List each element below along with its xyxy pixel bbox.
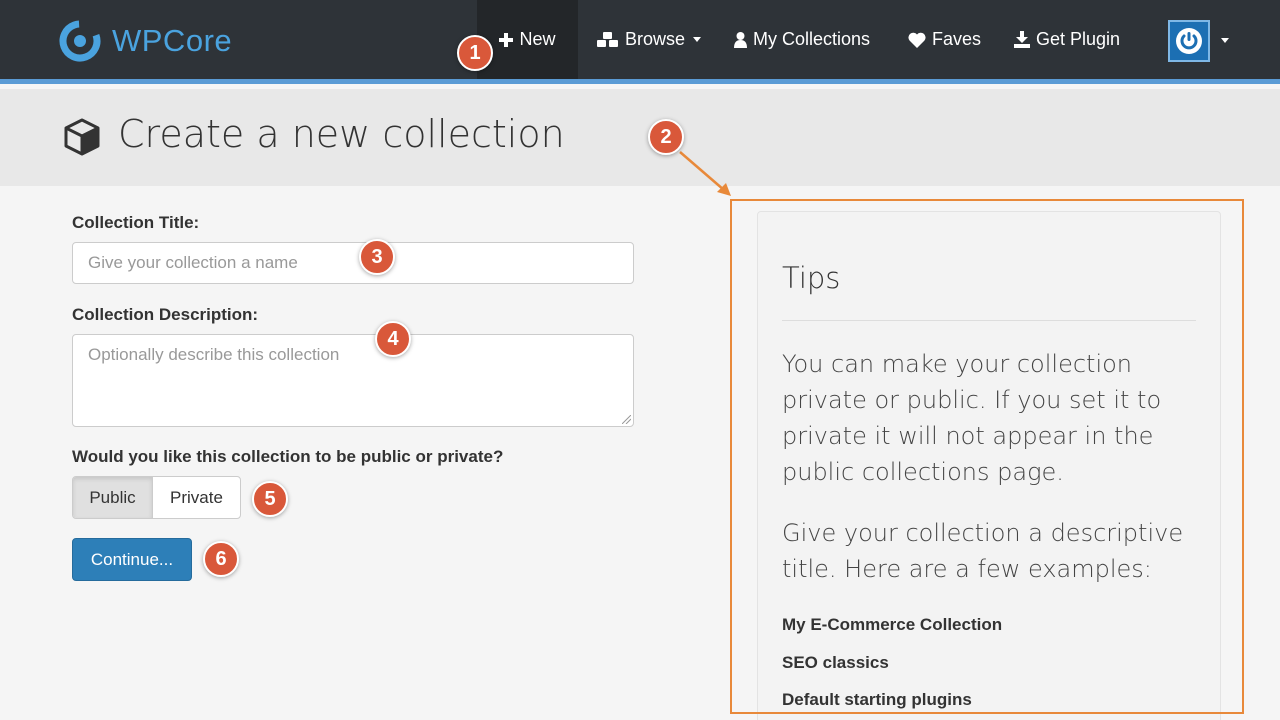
textarea-resize-handle-icon[interactable] bbox=[622, 415, 631, 424]
plus-icon bbox=[499, 32, 514, 47]
visibility-toggle-group: Public Private bbox=[72, 476, 241, 519]
chevron-down-icon bbox=[693, 37, 702, 42]
user-menu-chevron-icon[interactable] bbox=[1221, 38, 1229, 43]
nav-faves-label: Faves bbox=[932, 29, 982, 49]
download-icon bbox=[1014, 31, 1030, 48]
nav-faves[interactable]: Faves bbox=[908, 0, 981, 79]
public-toggle-button[interactable]: Public bbox=[73, 477, 153, 518]
nav-my-collections[interactable]: My Collections bbox=[734, 0, 870, 79]
step-marker-4: 4 bbox=[375, 321, 411, 357]
collection-title-label: Collection Title: bbox=[72, 213, 200, 232]
private-toggle-button[interactable]: Private bbox=[153, 477, 240, 518]
wpcore-logo-icon bbox=[59, 20, 101, 62]
collection-title-input[interactable]: Give your collection a name bbox=[72, 242, 634, 284]
cubes-icon bbox=[597, 31, 618, 47]
heart-icon bbox=[908, 32, 926, 48]
power-icon bbox=[1176, 28, 1202, 54]
tips-highlight-outline bbox=[730, 199, 1244, 714]
user-icon bbox=[734, 31, 747, 48]
brand-logo-link[interactable]: WPCore bbox=[58, 18, 232, 64]
collection-description-textarea[interactable]: Optionally describe this collection bbox=[72, 334, 634, 427]
nav-browse[interactable]: Browse bbox=[597, 0, 702, 79]
nav-new-label: New bbox=[519, 29, 556, 49]
top-navbar: WPCore New Browse My Collections Faves G… bbox=[0, 0, 1280, 84]
cube-icon bbox=[64, 118, 100, 156]
nav-browse-label: Browse bbox=[625, 29, 686, 49]
visibility-question-label: Would you like this collection to be pub… bbox=[72, 447, 504, 466]
step-marker-1: 1 bbox=[457, 35, 493, 71]
brand-name: WPCore bbox=[112, 23, 233, 58]
continue-button[interactable]: Continue... bbox=[72, 538, 192, 581]
user-menu-button[interactable] bbox=[1168, 20, 1210, 62]
step-marker-5: 5 bbox=[252, 481, 288, 517]
nav-new[interactable]: New bbox=[477, 0, 578, 79]
nav-get-plugin-label: Get Plugin bbox=[1036, 29, 1121, 49]
step-marker-2: 2 bbox=[648, 119, 684, 155]
step-marker-6: 6 bbox=[203, 541, 239, 577]
step-marker-3: 3 bbox=[359, 239, 395, 275]
collection-description-label: Collection Description: bbox=[72, 305, 259, 324]
page-title: Create a new collection bbox=[118, 112, 565, 156]
nav-get-plugin[interactable]: Get Plugin bbox=[1014, 0, 1120, 79]
nav-my-collections-label: My Collections bbox=[753, 29, 871, 49]
